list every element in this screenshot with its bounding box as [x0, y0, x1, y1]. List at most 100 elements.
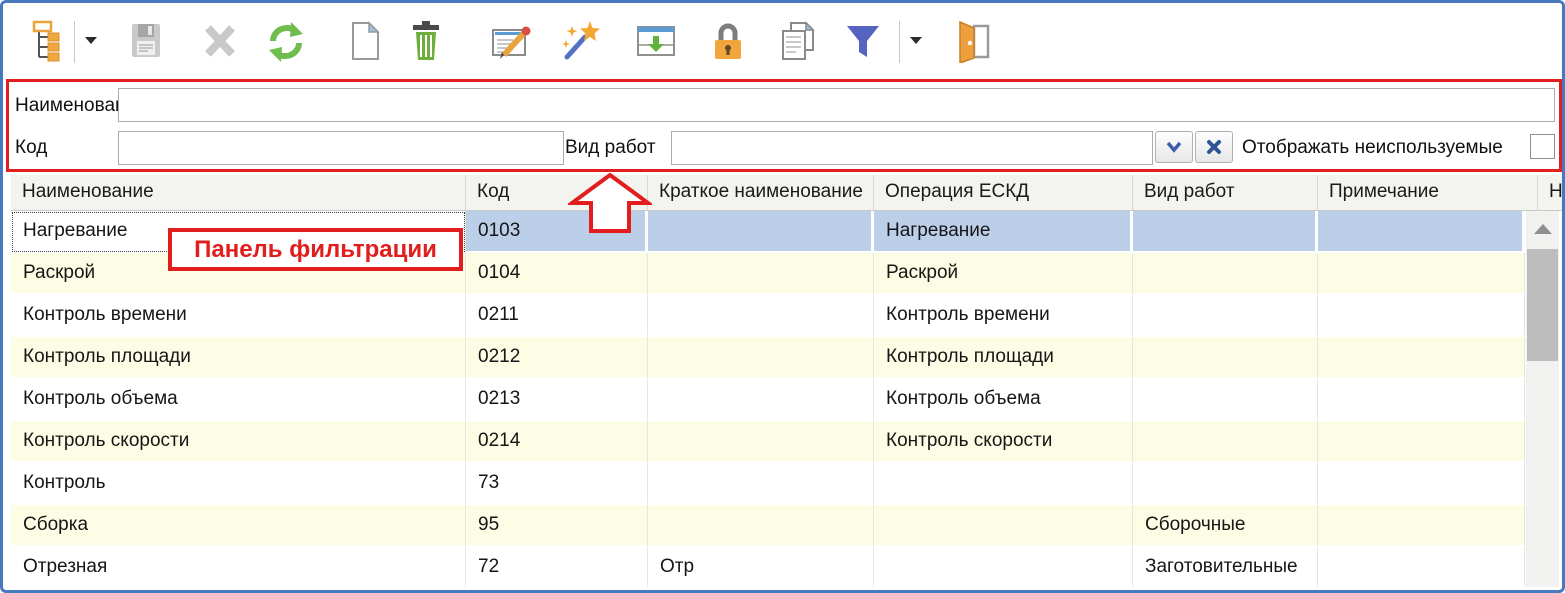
edit-icon[interactable] — [489, 17, 533, 65]
save-icon[interactable] — [124, 17, 168, 65]
table-row: Контроль времени0211Контроль времени — [11, 295, 1525, 337]
cell-short[interactable] — [648, 295, 874, 337]
cell-code[interactable]: 0213 — [466, 379, 648, 421]
cell-name[interactable]: Отрезная — [11, 547, 466, 587]
copy-icon[interactable] — [777, 17, 821, 65]
table-row: Сборка95 Сборочные — [11, 505, 1525, 547]
import-row-icon[interactable] — [634, 17, 678, 65]
cell-note[interactable] — [1318, 295, 1525, 337]
scrollbar-thumb[interactable] — [1527, 249, 1558, 361]
cell-note[interactable] — [1318, 379, 1525, 421]
cell-note[interactable] — [1318, 337, 1525, 379]
show-unused-checkbox[interactable] — [1530, 134, 1555, 159]
cell-short[interactable] — [648, 337, 874, 379]
cell-work[interactable] — [1133, 211, 1318, 253]
cell-work[interactable] — [1133, 295, 1318, 337]
cell-note[interactable] — [1318, 505, 1525, 547]
cell-note[interactable] — [1318, 463, 1525, 505]
filter-panel: Наименование Код Вид работ Отображать не… — [11, 81, 1560, 169]
cell-name[interactable]: Контроль площади — [11, 337, 466, 379]
cell-work[interactable] — [1133, 337, 1318, 379]
cell-note[interactable] — [1318, 211, 1525, 253]
work-type-filter-label: Вид работ — [565, 137, 656, 159]
name-filter-input[interactable] — [118, 88, 1555, 122]
cell-eskd[interactable]: Контроль времени — [874, 295, 1133, 337]
cell-code[interactable]: 73 — [466, 463, 648, 505]
tree-view-dropdown-icon[interactable] — [81, 37, 101, 51]
cell-short[interactable] — [648, 463, 874, 505]
cell-short[interactable] — [648, 253, 874, 295]
cell-work[interactable]: Заготовительные — [1133, 547, 1318, 587]
column-header[interactable]: Примечание — [1318, 175, 1538, 211]
cell-eskd[interactable]: Контроль объема — [874, 379, 1133, 421]
cell-eskd[interactable]: Контроль площади — [874, 337, 1133, 379]
cell-note[interactable] — [1318, 253, 1525, 295]
work-type-clear-button[interactable] — [1195, 131, 1233, 163]
scroll-up-icon[interactable] — [1526, 211, 1559, 247]
cell-code[interactable]: 0214 — [466, 421, 648, 463]
new-document-icon[interactable] — [343, 17, 387, 65]
table-row: Контроль73 — [11, 463, 1525, 505]
wizard-icon[interactable] — [559, 17, 603, 65]
cell-short[interactable] — [648, 421, 874, 463]
tree-view-icon[interactable] — [27, 17, 71, 65]
cell-short[interactable]: Отр — [648, 547, 874, 587]
cell-short[interactable] — [648, 211, 874, 253]
delete-icon[interactable] — [404, 17, 448, 65]
cell-name[interactable]: Контроль — [11, 463, 466, 505]
cell-eskd[interactable]: Контроль скорости — [874, 421, 1133, 463]
show-unused-label: Отображать неиспользуемые — [1242, 137, 1503, 159]
table-row: Контроль объема0213Контроль объема — [11, 379, 1525, 421]
toolbar-separator — [899, 21, 900, 63]
code-filter-label: Код — [15, 137, 47, 159]
cancel-icon[interactable] — [198, 17, 242, 65]
table-row: Контроль площади0212Контроль площади — [11, 337, 1525, 379]
toolbar-separator — [74, 21, 75, 63]
cell-work[interactable] — [1133, 253, 1318, 295]
table-row: Отрезная72Отр Заготовительные — [11, 547, 1525, 587]
annotation-label-box: Панель фильтрации — [168, 228, 463, 271]
column-header[interactable]: Вид работ — [1133, 175, 1318, 211]
cell-eskd[interactable] — [874, 547, 1133, 587]
cell-name[interactable]: Контроль времени — [11, 295, 466, 337]
cell-code[interactable]: 72 — [466, 547, 648, 587]
cell-name[interactable]: Контроль объема — [11, 379, 466, 421]
cell-code[interactable]: 0211 — [466, 295, 648, 337]
vertical-scrollbar[interactable] — [1526, 211, 1559, 587]
cell-name[interactable]: Сборка — [11, 505, 466, 547]
cell-code[interactable]: 0212 — [466, 337, 648, 379]
cell-short[interactable] — [648, 379, 874, 421]
cell-eskd[interactable] — [874, 463, 1133, 505]
filter-dropdown-icon[interactable] — [906, 37, 926, 51]
cell-code[interactable]: 0104 — [466, 253, 648, 295]
column-header[interactable]: Краткое наименование — [648, 175, 874, 211]
cell-work[interactable] — [1133, 379, 1318, 421]
table-header: НаименованиеКодКраткое наименованиеОпера… — [11, 175, 1562, 211]
cell-note[interactable] — [1318, 547, 1525, 587]
code-filter-input[interactable] — [118, 131, 564, 165]
cell-eskd[interactable]: Раскрой — [874, 253, 1133, 295]
work-type-dropdown-button[interactable] — [1155, 131, 1193, 163]
exit-icon[interactable] — [951, 17, 995, 65]
cell-eskd[interactable]: Нагревание — [874, 211, 1133, 253]
cell-work[interactable]: Сборочные — [1133, 505, 1318, 547]
annotation-label: Панель фильтрации — [194, 236, 437, 264]
annotation-arrow-icon — [568, 173, 652, 238]
column-header[interactable]: Наименование — [11, 175, 466, 211]
filter-icon[interactable] — [841, 17, 885, 65]
app-window: Наименование Код Вид работ Отображать не… — [0, 0, 1565, 593]
cell-work[interactable] — [1133, 463, 1318, 505]
cell-short[interactable] — [648, 505, 874, 547]
cell-name[interactable]: Контроль скорости — [11, 421, 466, 463]
work-type-combo[interactable] — [671, 131, 1153, 165]
refresh-icon[interactable] — [264, 17, 308, 65]
cell-note[interactable] — [1318, 421, 1525, 463]
column-header[interactable]: Операция ЕСКД — [874, 175, 1133, 211]
toolbar — [3, 3, 1562, 78]
column-header[interactable]: Н — [1538, 175, 1562, 211]
table-row: Контроль скорости0214Контроль скорости — [11, 421, 1525, 463]
cell-eskd[interactable] — [874, 505, 1133, 547]
cell-code[interactable]: 95 — [466, 505, 648, 547]
lock-icon[interactable] — [706, 17, 750, 65]
cell-work[interactable] — [1133, 421, 1318, 463]
